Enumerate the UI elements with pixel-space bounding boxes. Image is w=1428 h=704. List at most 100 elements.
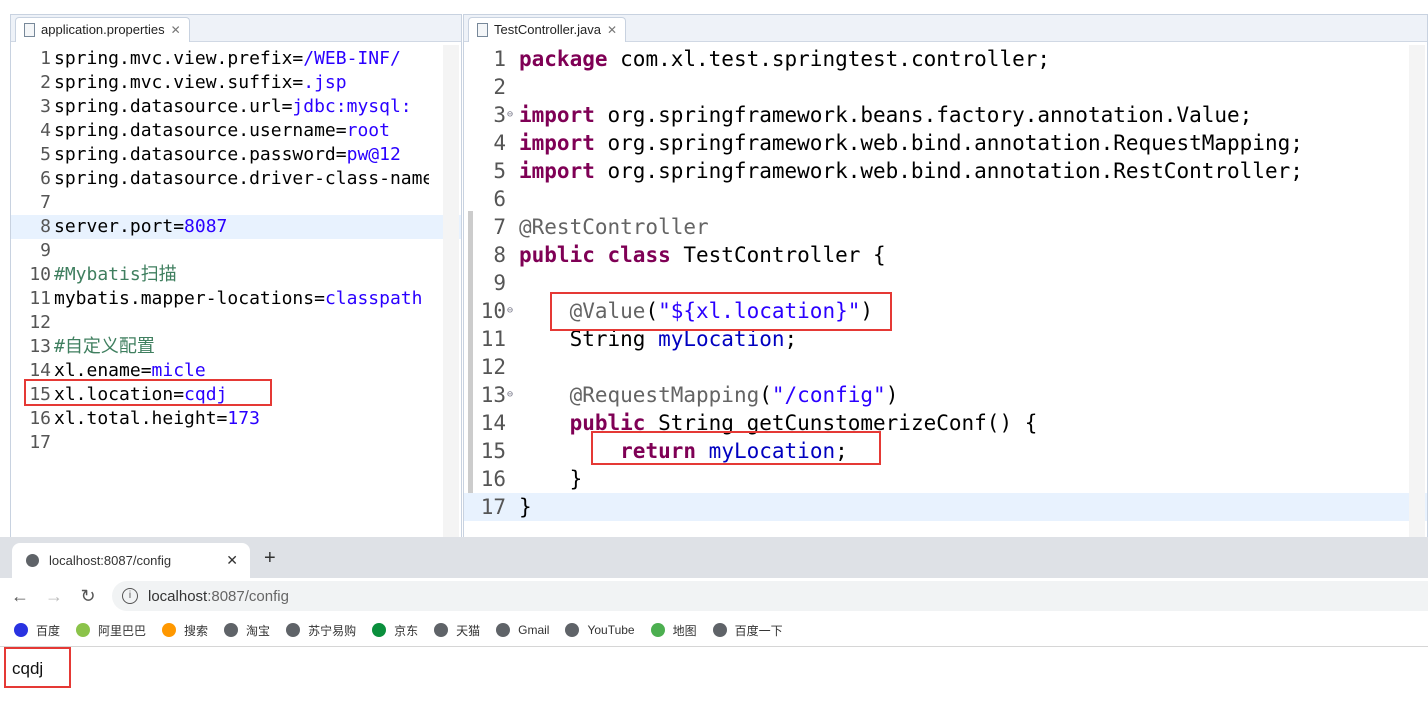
code-token: root xyxy=(346,120,390,141)
code-token: .jsp xyxy=(303,72,347,93)
bookmark-icon xyxy=(76,623,91,637)
bookmark-icon xyxy=(14,623,28,637)
code-area[interactable]: 1 spring.mvc.view.prefix=/WEB-INF/2 spring… xyxy=(11,47,461,455)
code-area[interactable]: 1 package com.xl.test.springtest.controll… xyxy=(464,45,1427,521)
line-number: 4 xyxy=(40,120,51,141)
line-number: 15 xyxy=(480,439,506,463)
info-icon[interactable]: i xyxy=(122,588,138,604)
bookmark[interactable]: 京东 xyxy=(372,622,418,639)
code-text: import org.springframework.beans.factory… xyxy=(519,101,1405,129)
bookmark[interactable]: 百度 xyxy=(14,622,60,639)
bookmarks-bar: 百度 阿里巴巴 搜索 淘宝 苏宁易购 京东 天猫 Gmail YouTube 地图 百度一下 xyxy=(0,614,1428,647)
code-token: xl.location= xyxy=(54,384,185,405)
code-line: 7 @RestController xyxy=(464,213,1427,241)
code-line: 10 ⊖ @Value("${xl.location}") xyxy=(464,297,1427,325)
url-host: localhost xyxy=(148,587,208,605)
browser-tab[interactable]: localhost:8087/config ✕ xyxy=(12,543,250,578)
code-token: spring.datasource.driver-class-name xyxy=(54,168,429,189)
line-number: 3 xyxy=(493,103,506,127)
line-number: 5 xyxy=(40,144,51,165)
code-token: @RequestMapping xyxy=(569,383,760,407)
bookmark-label: 阿里巴巴 xyxy=(98,623,147,638)
close-tab-icon[interactable]: ✕ xyxy=(226,552,238,569)
code-token: spring.datasource.username= xyxy=(54,120,347,141)
scrollbar[interactable] xyxy=(1409,45,1425,538)
line-number: 11 xyxy=(480,327,506,351)
bookmark-label: Gmail xyxy=(518,623,550,637)
code-token: spring.mvc.view.prefix= xyxy=(54,48,304,69)
code-token: ( xyxy=(645,299,659,323)
editor-tabbar: application.properties ✕ xyxy=(11,15,461,42)
code-line: 4 spring.datasource.username=root xyxy=(11,119,461,143)
tab-application-properties[interactable]: application.properties ✕ xyxy=(15,17,190,42)
code-token: xl.total.height= xyxy=(54,408,228,429)
tab-title: localhost:8087/config xyxy=(49,553,172,568)
bookmark[interactable]: 搜索 xyxy=(162,622,208,639)
scrollbar[interactable] xyxy=(443,45,459,538)
code-line: 15 return myLocation; xyxy=(464,437,1427,465)
bookmark[interactable]: 淘宝 xyxy=(224,622,270,639)
code-text: public String getCunstomerizeConf() { xyxy=(519,409,1405,437)
code-token: xl.ename= xyxy=(54,360,152,381)
code-text: return myLocation; xyxy=(519,437,1405,465)
bookmark[interactable]: 地图 xyxy=(650,622,697,639)
code-line: 8 public class TestController { xyxy=(464,241,1427,269)
line-number: 15 xyxy=(29,384,51,405)
bookmark-icon xyxy=(496,623,511,637)
reload-icon[interactable]: ↻ xyxy=(74,586,102,607)
tab-test-controller[interactable]: TestController.java ✕ xyxy=(468,17,627,42)
code-token: ; xyxy=(835,439,848,463)
code-line: 10 #Mybatis扫描 xyxy=(11,263,461,287)
java-file-icon xyxy=(477,23,488,37)
back-icon[interactable]: ← xyxy=(6,586,34,607)
line-number: 17 xyxy=(29,432,51,453)
bookmark[interactable]: 天猫 xyxy=(434,622,480,639)
code-token: #Mybatis扫描 xyxy=(54,264,177,285)
code-token: class xyxy=(607,243,671,267)
java-editor[interactable]: TestController.java ✕ 1 package com.xl.te… xyxy=(463,14,1428,539)
fold-icon[interactable]: ⊖ xyxy=(507,101,513,129)
new-tab-button[interactable]: + xyxy=(264,547,276,570)
bookmark[interactable]: 苏宁易购 xyxy=(286,622,356,639)
line-number: 10 xyxy=(29,264,51,285)
bookmark[interactable]: 阿里巴巴 xyxy=(76,622,146,639)
line-number: 8 xyxy=(40,216,51,237)
code-token: #自定义配置 xyxy=(54,336,155,357)
tab-label: application.properties xyxy=(41,22,165,37)
code-token: 173 xyxy=(227,408,260,429)
code-token: jdbc:mysql: xyxy=(292,96,412,117)
line-number: 2 xyxy=(493,75,506,99)
code-text: import org.springframework.web.bind.anno… xyxy=(519,157,1405,185)
bookmark-icon xyxy=(372,623,387,637)
line-number: 11 xyxy=(29,288,51,309)
fold-icon[interactable]: ⊖ xyxy=(507,381,513,409)
code-line: 9 xyxy=(11,239,461,263)
bookmark[interactable]: 百度一下 xyxy=(712,622,783,639)
bookmark[interactable]: Gmail xyxy=(496,623,549,637)
code-text: } xyxy=(519,465,1405,493)
code-token: TestController { xyxy=(670,243,886,267)
address-bar[interactable]: i localhost:8087/config xyxy=(112,581,1428,611)
close-icon[interactable]: ✕ xyxy=(607,18,617,42)
code-token: org.springframework.web.bind.annotation.… xyxy=(594,159,1303,183)
fold-icon[interactable]: ⊖ xyxy=(507,297,513,325)
tab-label: TestController.java xyxy=(494,22,601,37)
properties-editor[interactable]: application.properties ✕ 1 spring.mvc.vie… xyxy=(10,14,462,539)
line-number: 4 xyxy=(493,131,506,155)
close-icon[interactable]: ✕ xyxy=(171,18,181,42)
code-line: 12 xyxy=(464,353,1427,381)
code-token: cqdj xyxy=(184,384,228,405)
bookmark[interactable]: YouTube xyxy=(565,623,635,637)
code-token: com.xl.test.springtest.controller; xyxy=(607,47,1051,71)
forward-icon[interactable]: → xyxy=(40,586,68,607)
code-token: return xyxy=(620,439,697,463)
code-token: } xyxy=(519,495,532,519)
code-token: ) xyxy=(885,383,899,407)
code-line: 1 package com.xl.test.springtest.controll… xyxy=(464,45,1427,73)
code-token: org.springframework.beans.factory.annota… xyxy=(594,103,1253,127)
code-token: "/config" xyxy=(771,383,886,407)
